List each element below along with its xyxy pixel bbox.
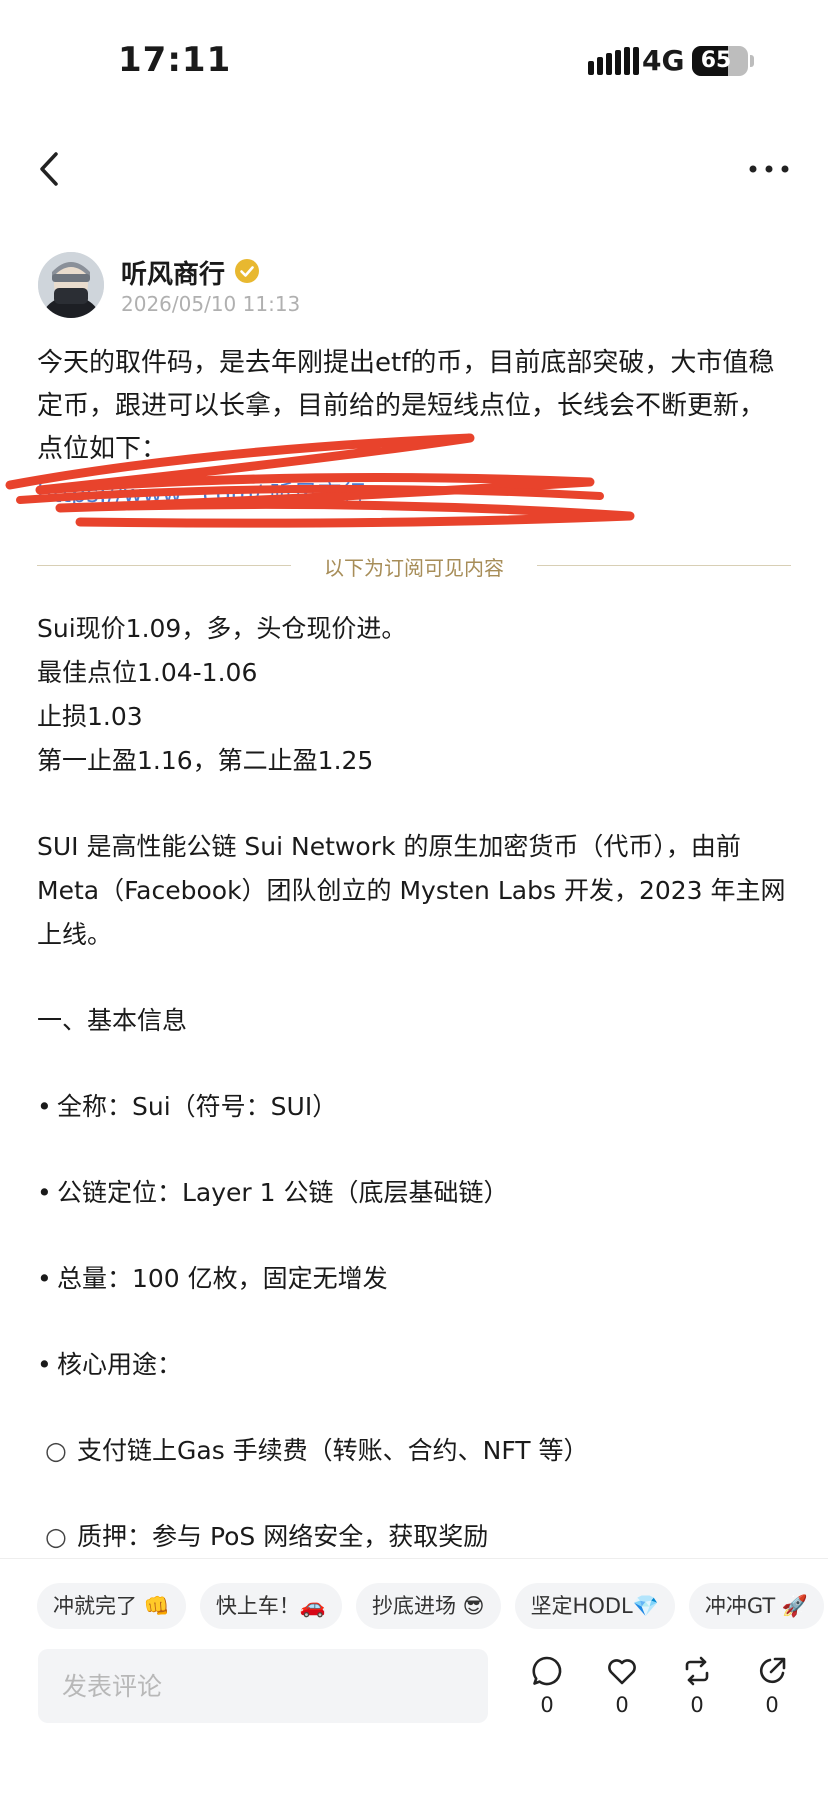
heart-icon <box>608 1659 636 1685</box>
sub-list-item: ○ 支付链上Gas 手续费（转账、合约、NFT 等） <box>37 1429 793 1473</box>
description-paragraph: SUI 是高性能公链 Sui Network 的原生加密货币（代币），由前 Me… <box>37 832 786 949</box>
status-bar: 17:11 4G 65 <box>0 0 828 120</box>
like-count: 0 <box>615 1693 629 1717</box>
share-icon <box>759 1657 786 1684</box>
share-count: 0 <box>765 1693 779 1717</box>
trade-line: 最佳点位1.04-1.06 <box>37 658 258 687</box>
quick-reply-row: 冲就完了 👊 快上车！🚗 抄底进场 😎 坚定HODL💎 冲冲GT 🚀 <box>37 1583 828 1629</box>
battery-percent: 65 <box>700 48 732 73</box>
comment-button[interactable]: 0 <box>522 1655 572 1717</box>
redaction-scribble <box>5 433 635 528</box>
sub-list-item: ○ 质押：参与 PoS 网络安全，获取奖励 <box>37 1515 793 1559</box>
list-item: • 全称：Sui（符号：SUI） <box>37 1085 793 1129</box>
share-button[interactable]: 0 <box>747 1655 797 1717</box>
quick-reply-chip[interactable]: 坚定HODL💎 <box>514 1583 675 1629</box>
bottom-bar: 冲就完了 👊 快上车！🚗 抄底进场 😎 坚定HODL💎 冲冲GT 🚀 0 0 0 0 <box>0 1558 828 1801</box>
repost-button[interactable]: 0 <box>672 1655 722 1717</box>
author-name[interactable]: 听风商行 <box>121 254 225 291</box>
comment-count: 0 <box>540 1693 554 1717</box>
section-title: 一、基本信息 <box>37 1006 188 1035</box>
verified-badge-icon <box>235 259 259 283</box>
list-item-text: 核心用途： <box>57 1350 183 1379</box>
list-item: • 核心用途： <box>37 1343 793 1387</box>
battery-tip <box>750 55 754 67</box>
post-date: 2026/05/10 11:13 <box>121 292 301 316</box>
sub-list-item-text: 质押：参与 PoS 网络安全，获取奖励 <box>77 1522 489 1551</box>
trade-line: 第一止盈1.16，第二止盈1.25 <box>37 746 374 775</box>
list-item-text: 全称：Sui（符号：SUI） <box>57 1092 338 1121</box>
author-avatar[interactable] <box>38 252 104 318</box>
quick-reply-chip[interactable]: 抄底进场 😎 <box>355 1583 501 1629</box>
list-item-text: 总量：100 亿枚，固定无增发 <box>57 1264 388 1293</box>
list-item: • 公链定位：Layer 1 公链（底层基础链） <box>37 1171 793 1215</box>
repost-count: 0 <box>690 1693 704 1717</box>
post-content: Sui现价1.09，多，头仓现价进。 最佳点位1.04-1.06 止损1.03 … <box>37 607 793 1559</box>
quick-reply-chip[interactable]: 快上车！🚗 <box>199 1583 342 1629</box>
like-button[interactable]: 0 <box>597 1655 647 1717</box>
trade-line: 止损1.03 <box>37 702 143 731</box>
list-item: • 总量：100 亿枚，固定无增发 <box>37 1257 793 1301</box>
repost-icon <box>685 1656 709 1686</box>
sub-list-item-text: 支付链上Gas 手续费（转账、合约、NFT 等） <box>77 1436 589 1465</box>
signal-icon <box>588 47 639 75</box>
subscription-divider-label: 以下为订阅可见内容 <box>324 556 504 580</box>
avatar-image <box>38 252 104 318</box>
back-button[interactable] <box>30 146 70 192</box>
more-options-button[interactable] <box>748 152 790 186</box>
battery-icon: 65 <box>692 46 748 76</box>
status-time: 17:11 <box>118 40 232 80</box>
quick-reply-chip[interactable]: 冲就完了 👊 <box>37 1583 186 1629</box>
quick-reply-chip[interactable]: 冲冲GT 🚀 <box>688 1583 825 1629</box>
trade-line: Sui现价1.09，多，头仓现价进。 <box>37 614 407 643</box>
subscription-divider: 以下为订阅可见内容 <box>37 550 791 580</box>
network-type: 4G <box>642 44 685 77</box>
list-item-text: 公链定位：Layer 1 公链（底层基础链） <box>57 1178 509 1207</box>
comment-input[interactable] <box>38 1649 488 1723</box>
comment-icon <box>532 1656 562 1686</box>
